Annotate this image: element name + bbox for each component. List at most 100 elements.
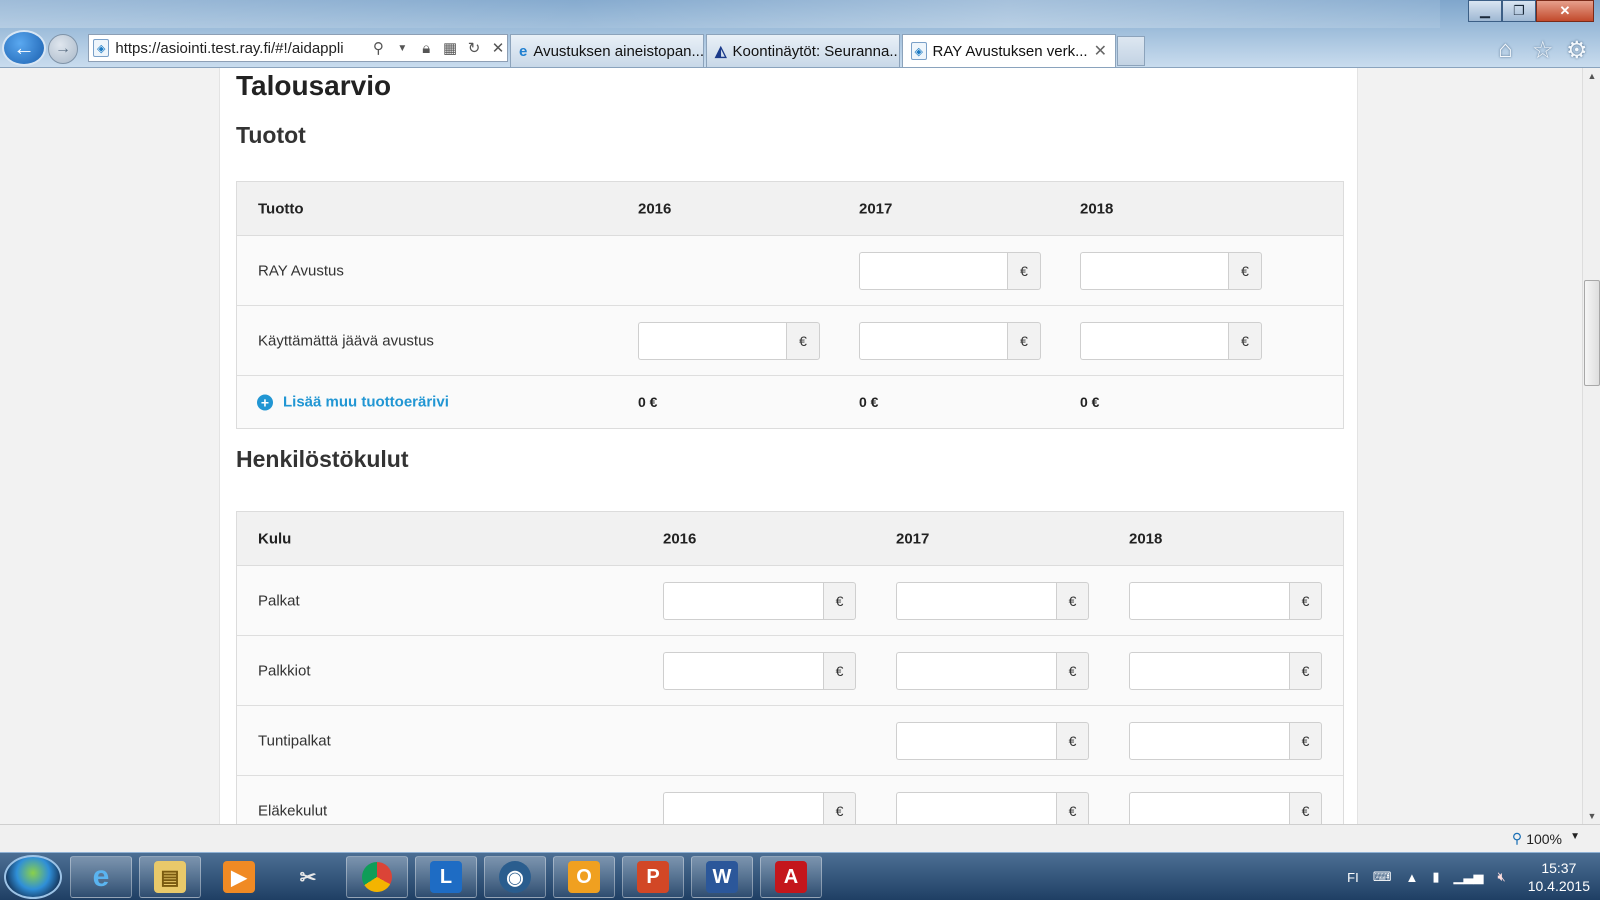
restore-icon[interactable]: ❐: [1502, 0, 1536, 22]
snipping-tool-taskbar-icon[interactable]: ✂: [277, 856, 339, 898]
battery-icon[interactable]: ▮: [1432, 869, 1439, 885]
amount-field-2018: €: [1129, 721, 1322, 760]
scrollbar-thumb[interactable]: [1584, 280, 1600, 386]
arrow-right-icon: →: [55, 40, 71, 57]
site-favicon-icon: ◈: [93, 39, 110, 57]
table-header: Kulu 2016 2017 2018: [237, 512, 1343, 566]
zoom-level: 100%: [1526, 830, 1562, 847]
column-header: 2018: [1129, 530, 1163, 547]
tab-ray-avustuksen[interactable]: ◈ RAY Avustuksen verk... ✕: [902, 34, 1116, 67]
euro-addon: €: [1228, 321, 1262, 360]
lock-icon[interactable]: 🔒︎: [417, 40, 435, 57]
amount-input[interactable]: [896, 651, 1056, 690]
add-income-row-link[interactable]: + Lisää muu tuottoerärivi: [257, 394, 449, 411]
outlook-taskbar-icon[interactable]: O: [553, 856, 615, 898]
total-2018: 0 €: [1080, 394, 1100, 410]
row-label: RAY Avustus: [258, 262, 344, 279]
new-tab-button[interactable]: [1117, 36, 1145, 66]
powerpoint-taskbar-icon[interactable]: P: [622, 856, 684, 898]
media-player-taskbar-icon[interactable]: ▶: [208, 856, 270, 898]
table-row: Palkat € € €: [237, 566, 1343, 636]
amount-input[interactable]: [1129, 721, 1289, 760]
wireless-network-taskbar-icon[interactable]: ◉: [484, 856, 546, 898]
tab-koontinaytot[interactable]: ◭ Koontinäytöt: Seuranna...: [706, 34, 900, 67]
input-language[interactable]: FI: [1347, 870, 1359, 885]
title-bar: [0, 0, 1440, 28]
window-controls: ▁ ❐ ✕: [1468, 0, 1594, 22]
table-row: Käyttämättä jäävä avustus € € €: [237, 306, 1343, 376]
scroll-up-arrow-icon[interactable]: ▲: [1583, 68, 1600, 84]
tab-avustuksen[interactable]: e Avustuksen aineistopan...: [510, 34, 704, 67]
amount-input[interactable]: [663, 791, 823, 824]
column-header: 2016: [663, 530, 697, 547]
amount-field-2018: €: [1129, 791, 1322, 824]
euro-addon: €: [1056, 651, 1089, 690]
amount-input[interactable]: [896, 791, 1056, 824]
add-income-row-label: Lisää muu tuottoerärivi: [283, 393, 449, 411]
close-window-icon[interactable]: ✕: [1536, 0, 1594, 22]
vertical-scrollbar[interactable]: ▲ ▼: [1582, 68, 1600, 824]
dropdown-arrow-icon[interactable]: ▼: [393, 43, 411, 54]
amount-field-2016: €: [663, 581, 856, 620]
euro-addon: €: [786, 321, 820, 360]
euro-addon: €: [1056, 581, 1089, 620]
column-header: 2018: [1080, 200, 1114, 217]
back-button[interactable]: ←: [2, 30, 46, 66]
amount-input[interactable]: [663, 581, 823, 620]
home-icon[interactable]: ⌂: [1498, 36, 1513, 64]
browser-chrome: ▁ ❐ ✕ ← → ◈ https://asiointi.test.ray.fi…: [0, 0, 1600, 68]
zoom-control[interactable]: ⚲ 100%: [1512, 830, 1562, 847]
amount-input[interactable]: [1129, 581, 1289, 620]
address-url[interactable]: https://asiointi.test.ray.fi/#!/aidappli: [115, 40, 363, 57]
minimize-icon[interactable]: ▁: [1468, 0, 1502, 22]
amount-field-2018: €: [1129, 581, 1322, 620]
stop-icon[interactable]: ✕: [489, 39, 507, 57]
word-taskbar-icon[interactable]: W: [691, 856, 753, 898]
show-hidden-icons-arrow-icon[interactable]: ▲: [1405, 870, 1418, 885]
address-bar[interactable]: ◈ https://asiointi.test.ray.fi/#!/aidapp…: [88, 34, 508, 62]
amount-input[interactable]: [1129, 651, 1289, 690]
staff-costs-section-title: Henkilöstökulut: [236, 446, 409, 472]
lync-taskbar-icon[interactable]: L: [415, 856, 477, 898]
amount-field-2016: €: [663, 791, 856, 824]
compatibility-view-icon[interactable]: ▦: [441, 39, 459, 57]
table-header: Tuotto 2016 2017 2018: [237, 182, 1343, 236]
amount-field-2016: €: [638, 321, 820, 360]
settings-gear-icon[interactable]: ⚙: [1566, 36, 1588, 65]
refresh-icon[interactable]: ↻: [465, 39, 483, 57]
table-row: Tuntipalkat € €: [237, 706, 1343, 776]
amount-input[interactable]: [896, 581, 1056, 620]
network-signal-icon[interactable]: ▁▃▅: [1454, 869, 1484, 885]
amount-input[interactable]: [1080, 251, 1228, 290]
amount-input[interactable]: [896, 721, 1056, 760]
amount-input[interactable]: [638, 321, 786, 360]
amount-input[interactable]: [859, 321, 1007, 360]
amount-input[interactable]: [1080, 321, 1228, 360]
row-label: Palkkiot: [258, 662, 311, 679]
internet-explorer-taskbar-icon[interactable]: e: [70, 856, 132, 898]
favorites-star-icon[interactable]: ☆: [1532, 36, 1554, 65]
amount-input[interactable]: [1129, 791, 1289, 824]
tab-close-icon[interactable]: ✕: [1094, 41, 1107, 61]
forward-button[interactable]: →: [48, 34, 78, 64]
chrome-taskbar-icon[interactable]: [346, 856, 408, 898]
totals-row: + Lisää muu tuottoerärivi 0 € 0 € 0 €: [237, 376, 1343, 428]
zoom-dropdown-icon[interactable]: ▼: [1570, 831, 1580, 842]
page-viewport: Talousarvio Tuotot Tuotto 2016 2017 2018…: [0, 68, 1582, 824]
tab-label: Avustuksen aineistopan...: [533, 42, 704, 60]
volume-muted-icon[interactable]: 🔇︎: [1498, 869, 1506, 885]
amount-input[interactable]: [663, 651, 823, 690]
amount-field-2017: €: [896, 791, 1089, 824]
file-explorer-taskbar-icon[interactable]: ▤: [139, 856, 201, 898]
amount-field-2017: €: [896, 721, 1089, 760]
search-icon[interactable]: ⚲: [369, 39, 387, 57]
row-label: Palkat: [258, 592, 300, 609]
system-clock[interactable]: 15:37 10.4.2015: [1528, 859, 1590, 895]
acrobat-taskbar-icon[interactable]: A: [760, 856, 822, 898]
scroll-down-arrow-icon[interactable]: ▼: [1583, 808, 1600, 824]
amount-input[interactable]: [859, 251, 1007, 290]
clock-date: 10.4.2015: [1527, 878, 1590, 894]
start-button[interactable]: [4, 855, 62, 899]
keyboard-icon[interactable]: ⌨: [1373, 869, 1392, 885]
amount-field-2017: €: [859, 251, 1041, 290]
